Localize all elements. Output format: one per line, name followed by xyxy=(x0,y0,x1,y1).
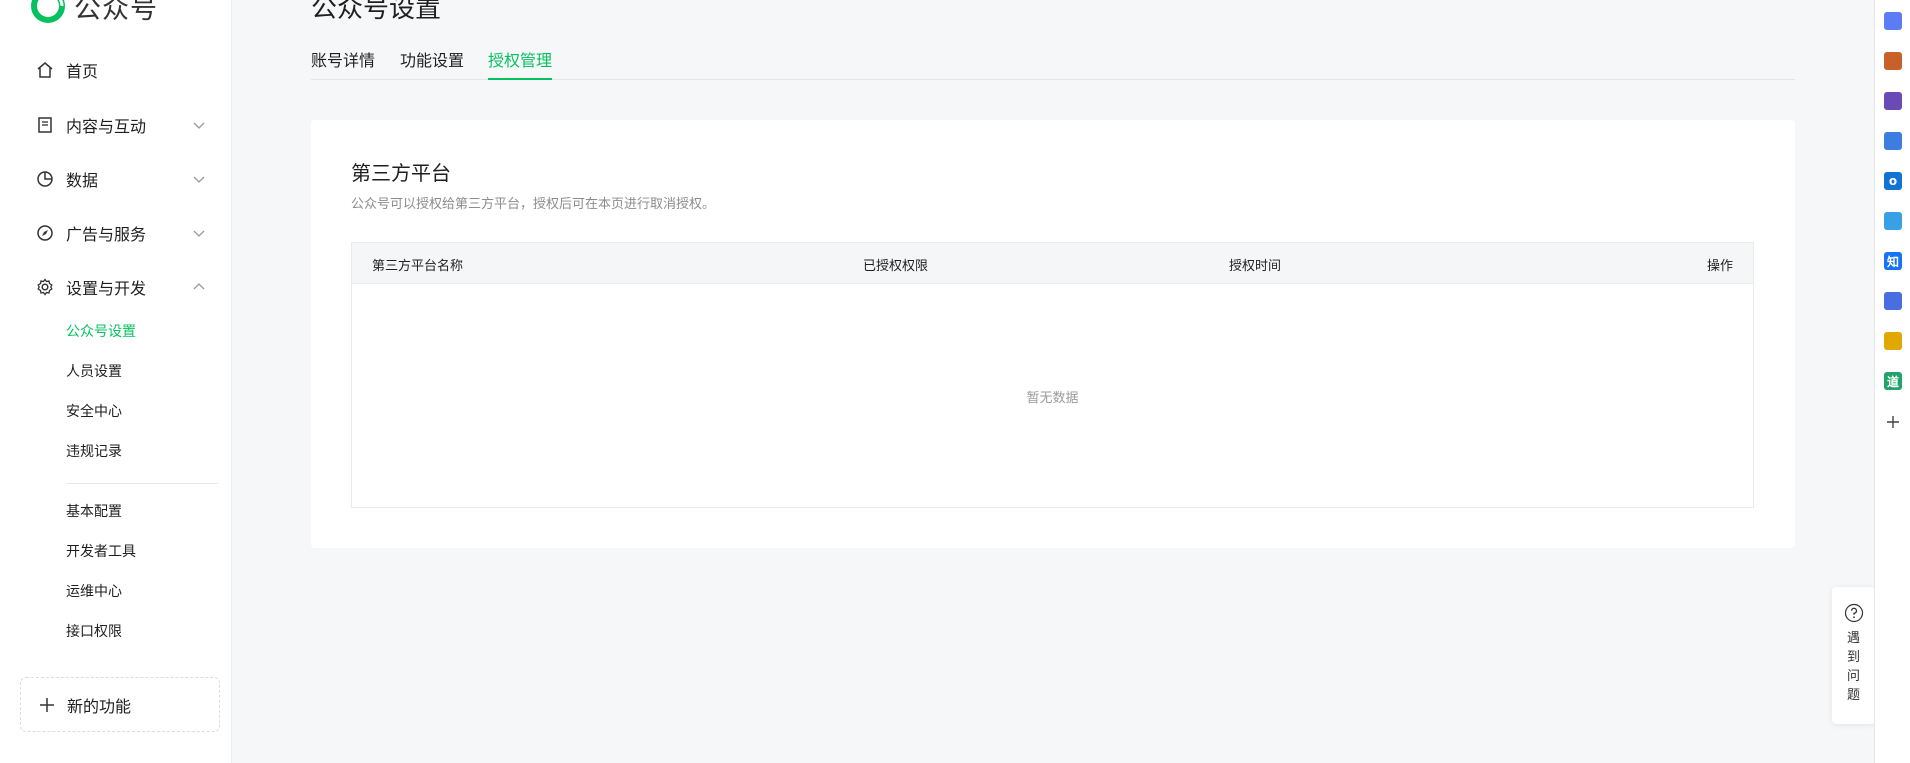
briefcase-icon[interactable] xyxy=(1884,52,1902,70)
pie-chart-icon xyxy=(37,171,53,187)
new-feature-button[interactable]: 新的功能 xyxy=(20,677,220,732)
page-title: 公众号设置 xyxy=(311,0,442,24)
tab-bar: 账号详情 功能设置 授权管理 xyxy=(311,47,1795,80)
sidebar-subitem-basic-config[interactable]: 基本配置 xyxy=(66,501,122,523)
sidebar: 公众号 首页 内容与互动 数据 广告与服务 设置与开发 公众号设置 人员设置 安… xyxy=(0,0,232,763)
sidebar-item-label: 广告与服务 xyxy=(66,225,147,244)
pencil-icon[interactable] xyxy=(1884,332,1902,350)
card-title: 第三方平台 xyxy=(351,161,451,185)
table-header: 第三方平台名称 已授权权限 授权时间 操作 xyxy=(352,243,1753,284)
chevron-down-icon xyxy=(193,122,205,129)
column-header-platform-name: 第三方平台名称 xyxy=(372,259,464,274)
youdao-icon[interactable]: 道 xyxy=(1884,372,1902,390)
help-button[interactable]: 遇到问题 xyxy=(1832,587,1875,724)
copilot-icon[interactable] xyxy=(1884,132,1902,150)
third-party-card: 第三方平台 公众号可以授权给第三方平台，授权后可在本页进行取消授权。 第三方平台… xyxy=(311,120,1795,548)
column-header-permissions: 已授权权限 xyxy=(863,259,929,274)
home-icon xyxy=(37,62,53,78)
new-feature-label: 新的功能 xyxy=(67,696,132,716)
sidebar-subitem-developer-tools[interactable]: 开发者工具 xyxy=(66,541,136,563)
help-label: 遇到问题 xyxy=(1846,631,1860,703)
sidebar-subitem-security-center[interactable]: 安全中心 xyxy=(66,401,122,423)
column-header-auth-time: 授权时间 xyxy=(1229,259,1282,274)
sidebar-subitem-account-settings[interactable]: 公众号设置 xyxy=(66,321,136,343)
browser-side-rail: o 知 道 xyxy=(1874,0,1910,763)
tab-account-details[interactable]: 账号详情 xyxy=(311,47,375,80)
zhihu-icon[interactable]: 知 xyxy=(1884,252,1902,270)
document-icon xyxy=(38,117,52,133)
plus-icon xyxy=(40,697,54,712)
card-description: 公众号可以授权给第三方平台，授权后可在本页进行取消授权。 xyxy=(351,197,716,212)
outlook-icon[interactable]: o xyxy=(1884,172,1902,190)
tag-icon[interactable] xyxy=(1884,12,1902,30)
sidebar-item-label: 内容与互动 xyxy=(66,117,147,136)
sidebar-item-content[interactable]: 内容与互动 xyxy=(36,110,206,140)
user-tool-icon[interactable] xyxy=(1884,92,1902,110)
authorization-table: 第三方平台名称 已授权权限 授权时间 操作 暂无数据 xyxy=(351,242,1754,508)
bowtie-icon[interactable] xyxy=(1884,292,1902,310)
empty-state-text: 暂无数据 xyxy=(1026,391,1079,406)
chevron-down-icon xyxy=(193,230,205,237)
logo-icon xyxy=(31,0,65,23)
compass-icon xyxy=(37,225,53,241)
logo-text: 公众号 xyxy=(74,0,158,25)
sidebar-subitem-ops-center[interactable]: 运维中心 xyxy=(66,581,122,603)
sidebar-item-label: 数据 xyxy=(66,171,99,190)
sidebar-subitem-staff-settings[interactable]: 人员设置 xyxy=(66,361,122,383)
sidebar-item-home[interactable]: 首页 xyxy=(36,55,206,85)
send-icon[interactable] xyxy=(1884,212,1902,230)
chevron-up-icon xyxy=(193,283,205,290)
sidebar-item-settings[interactable]: 设置与开发 xyxy=(36,272,206,302)
column-header-actions: 操作 xyxy=(1706,259,1733,274)
sidebar-subitem-violation-records[interactable]: 违规记录 xyxy=(66,441,122,463)
sidebar-item-label: 设置与开发 xyxy=(66,279,147,298)
sidebar-item-data[interactable]: 数据 xyxy=(36,164,206,194)
question-icon xyxy=(1844,603,1863,623)
tab-authorization-management[interactable]: 授权管理 xyxy=(488,47,553,80)
sidebar-subitem-api-permissions[interactable]: 接口权限 xyxy=(66,621,122,643)
sidebar-item-ads[interactable]: 广告与服务 xyxy=(36,218,206,248)
logo[interactable]: 公众号 xyxy=(30,0,158,26)
sidebar-divider xyxy=(66,483,218,484)
sidebar-item-label: 首页 xyxy=(66,62,99,81)
gear-icon xyxy=(37,278,53,296)
chevron-down-icon xyxy=(193,176,205,183)
tab-feature-settings[interactable]: 功能设置 xyxy=(400,47,464,80)
add-sidebar-app-icon[interactable] xyxy=(1885,414,1901,430)
